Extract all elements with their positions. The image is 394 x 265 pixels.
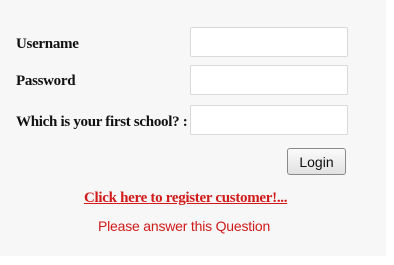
username-field[interactable] [190,27,348,57]
password-label: Password [16,73,76,89]
password-field[interactable] [190,65,348,95]
login-button[interactable]: Login [287,148,346,175]
validation-message: Please answer this Question [98,218,271,234]
security-answer-field[interactable] [190,105,348,135]
login-panel: Username Password Which is your first sc… [0,0,386,256]
security-question-label: Which is your first school? : [16,114,188,130]
register-customer-link[interactable]: Click here to register customer!... [84,190,287,207]
username-label: Username [16,36,79,52]
